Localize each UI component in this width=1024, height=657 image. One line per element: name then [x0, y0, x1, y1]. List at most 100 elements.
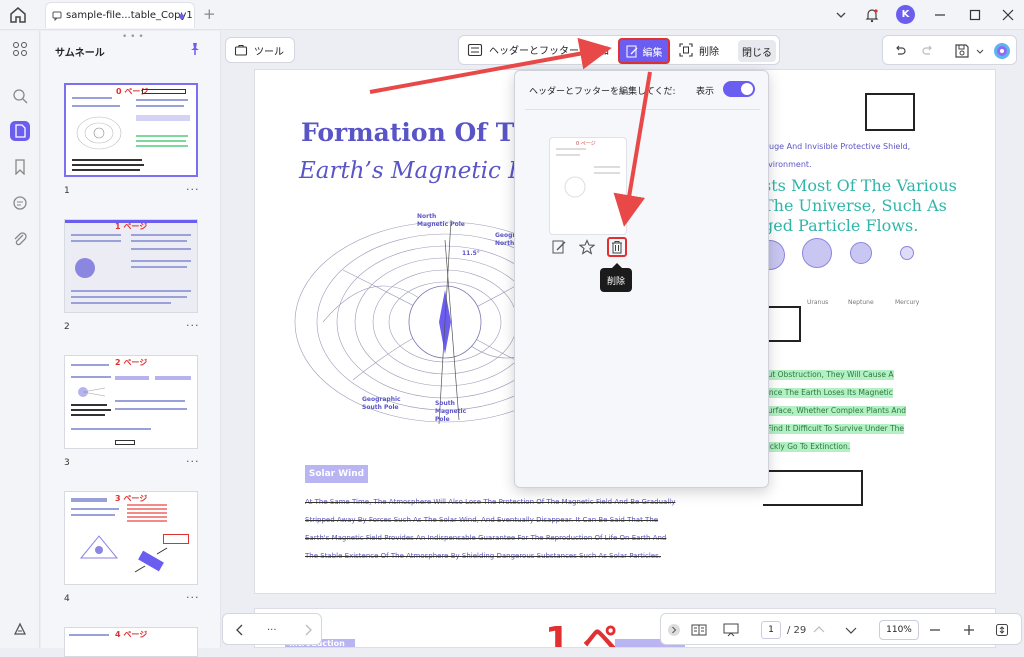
solar-wind-heading: Solar Wind [305, 465, 368, 483]
north-pole-label: North Magnetic Pole [417, 213, 465, 228]
bookmark-icon[interactable] [10, 157, 30, 177]
next-icon[interactable] [303, 621, 313, 639]
tools-button[interactable]: ツール [225, 37, 295, 63]
doc-subtitle: Earth’s Magnetic Fi [299, 158, 532, 184]
page-number: 1 [64, 186, 70, 196]
chevron-down-icon[interactable] [835, 6, 847, 24]
planet-label: Mercury [895, 299, 920, 306]
geo-south-label: Geographic South Pole [362, 396, 401, 411]
strikethrough-text: At The Same Time, The Atmosphere Will Al… [305, 498, 676, 506]
thumbnail-more-button[interactable]: ··· [186, 591, 200, 604]
close-window-button[interactable] [1001, 6, 1015, 24]
tab-title: sample-file...table_Copy1 [66, 10, 193, 21]
angle-label: 11.5° [462, 250, 480, 257]
page-total: / 29 [787, 624, 807, 636]
favorite-star-icon[interactable] [577, 237, 597, 257]
thumbnail-more-button[interactable]: ··· [186, 183, 200, 196]
comments-icon[interactable] [10, 193, 30, 213]
collapse-arrow-icon[interactable] [667, 621, 681, 639]
thumbnail-page-icon[interactable] [10, 121, 30, 141]
edit-header-footer-button[interactable]: 編集 [618, 38, 670, 64]
right-heading: The Universe, Such As [763, 196, 947, 215]
page-number-input[interactable]: 1 [761, 621, 781, 639]
presentation-icon[interactable] [723, 621, 739, 639]
redo-icon[interactable] [919, 42, 937, 60]
doc-title: Formation Of The [301, 118, 549, 147]
search-icon[interactable] [10, 86, 30, 106]
delete-tooltip: 削除 [600, 263, 632, 292]
thumbnail-more-button[interactable]: ··· [186, 455, 200, 468]
save-icon[interactable] [953, 42, 971, 60]
zoom-in-icon[interactable] [963, 621, 975, 639]
page-thumbnail[interactable]: 1 ページ [64, 219, 198, 313]
reading-mode-icon[interactable] [691, 621, 707, 639]
resize-handle[interactable]: • • • [122, 32, 144, 42]
highlighted-text: l Find It Difficult To Survive Under The [763, 424, 905, 434]
delete-label: 削除 [699, 46, 719, 58]
ai-logo-icon[interactable] [993, 42, 1011, 60]
thumbnail-more-button[interactable]: ··· [186, 319, 200, 332]
delete-template-icon[interactable] [607, 237, 627, 257]
page-number: 2 [64, 322, 70, 332]
pin-icon[interactable] [188, 42, 202, 56]
thumbnail-panel-title: サムネール [55, 48, 105, 59]
highlighted-text: Once The Earth Loses Its Magnetic [763, 388, 893, 398]
page-thumbnail[interactable]: 3 ページ [64, 491, 198, 585]
geo-north-label: Geogr North [495, 232, 516, 247]
page-number: 3 [64, 458, 70, 468]
zoom-level[interactable]: 110% [879, 620, 919, 640]
edit-icon [626, 45, 637, 57]
title-bar: sample-file...table_Copy1 + K [0, 0, 1024, 30]
page-header-label: 1 ペ [545, 620, 619, 648]
notification-bell-icon[interactable] [864, 6, 880, 24]
minimize-button[interactable] [933, 6, 947, 24]
right-small-text: nvironment. [763, 160, 812, 169]
divider [525, 109, 760, 110]
view-controls-bar: 1 / 29 110% [660, 613, 1022, 645]
page-down-icon[interactable] [845, 621, 857, 639]
add-header-footer-button[interactable]: ヘッダーとフッターを追加 [467, 42, 609, 57]
grid-view-icon[interactable] [10, 39, 30, 59]
user-avatar[interactable]: K [896, 5, 915, 24]
document-tab[interactable]: sample-file...table_Copy1 [45, 2, 195, 28]
right-heading: sts Most Of The Various [763, 176, 957, 195]
page-thumbnail[interactable]: 2 ページ [64, 355, 198, 449]
page-up-icon[interactable] [813, 621, 825, 639]
zoom-out-icon[interactable] [929, 621, 941, 639]
attachment-icon[interactable] [10, 229, 30, 249]
home-icon[interactable] [8, 5, 30, 25]
save-options-chevron-icon[interactable] [975, 42, 985, 60]
close-header-footer-button[interactable]: 閉じる [738, 40, 776, 62]
header-footer-icon [467, 43, 483, 56]
edit-template-icon[interactable] [549, 237, 569, 257]
strikethrough-text: Stripped Away By Forces Such As The Sola… [305, 516, 659, 524]
right-heading: ged Particle Flows. [763, 216, 919, 235]
prev-icon[interactable] [235, 621, 245, 639]
toolbox-icon [234, 45, 248, 56]
show-toggle[interactable] [723, 81, 755, 97]
more-button[interactable]: ··· [267, 621, 277, 639]
popup-instruction: ヘッダーとフッターを編集してくだ: [529, 87, 676, 97]
page-number: 4 [64, 594, 70, 604]
toolbar: ツール ヘッダーとフッターを追加 編集 削除 閉じる [222, 31, 1024, 69]
planet-label: Neptune [848, 299, 874, 306]
add-tab-button[interactable]: + [203, 5, 216, 23]
header-box [865, 93, 915, 131]
header-footer-template[interactable]: 0 ページ [549, 137, 627, 235]
maximize-button[interactable] [968, 6, 982, 24]
undo-icon[interactable] [891, 42, 909, 60]
footer-box [763, 470, 863, 506]
template-label: 0 ページ [576, 141, 596, 147]
page-thumbnail[interactable]: 0 ページ [64, 83, 198, 177]
highlighted-text: Surface, Whether Complex Plants And [763, 406, 907, 416]
planet-mercury [900, 246, 914, 260]
show-label: 表示 [696, 87, 715, 97]
page-thumbnail[interactable]: 4 ページ [64, 627, 198, 657]
delete-header-footer-button[interactable]: 削除 [678, 42, 719, 58]
thumbnail-header-label: 2 ページ [115, 358, 148, 367]
highlighted-text: out Obstruction, They Will Cause A [763, 370, 894, 380]
ai-assistant-icon[interactable] [10, 619, 30, 639]
fit-page-icon[interactable] [995, 621, 1009, 639]
thumbnail-panel: サムネール • • • 0 ページ 1 ··· 1 ページ 2 ··· 2 ペー… [41, 31, 221, 657]
header-footer-edit-popup: ヘッダーとフッターを編集してくだ: 表示 0 ページ [514, 70, 769, 488]
